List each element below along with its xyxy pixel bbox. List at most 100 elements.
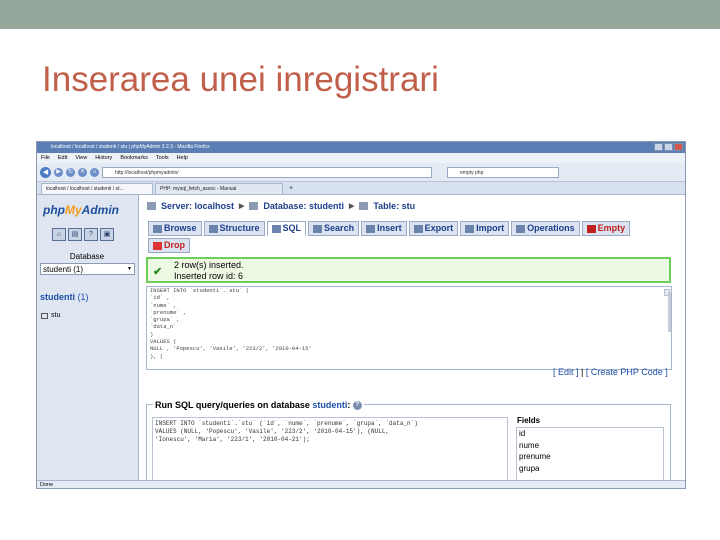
menu-history[interactable]: History: [95, 153, 112, 163]
fields-list[interactable]: id nume prenume grupa: [516, 427, 664, 483]
sql-icon[interactable]: ▤: [68, 228, 82, 241]
logo-admin-text: Admin: [81, 203, 120, 217]
back-icon[interactable]: ◀: [40, 166, 51, 178]
new-tab-icon[interactable]: +: [285, 184, 297, 194]
field-item-prenume[interactable]: prenume: [517, 451, 663, 463]
drop-icon: [153, 241, 162, 250]
tab-drop[interactable]: Drop: [148, 238, 190, 253]
tab-structure[interactable]: Structure: [203, 221, 265, 236]
home-icon[interactable]: ⌂: [52, 228, 66, 241]
run-sql-title-db: studenti: [312, 400, 348, 410]
field-item-id[interactable]: id: [517, 428, 663, 440]
browser-tabs: localhost / localhost / studenti / st...…: [37, 182, 685, 195]
database-link-name: studenti: [40, 292, 75, 302]
tab-php-manual[interactable]: PHP: mysql_fetch_assoc - Manual: [155, 183, 283, 194]
breadcrumb-table[interactable]: Table: stu: [373, 201, 415, 211]
breadcrumb-server[interactable]: Server: localhost: [161, 201, 234, 211]
tab-sql[interactable]: SQL: [266, 221, 307, 236]
tab-import-label: Import: [476, 223, 505, 233]
success-row-id: Inserted row id: 6: [174, 271, 244, 281]
home-icon[interactable]: ⌂: [90, 167, 99, 177]
menu-tools[interactable]: Tools: [156, 153, 169, 163]
breadcrumb-separator-icon: ▶: [348, 203, 355, 210]
tab-drop-label: Drop: [164, 240, 185, 250]
tab-empty-label: Empty: [597, 223, 626, 233]
field-item-nume[interactable]: nume: [517, 440, 663, 452]
slide-top-bar: [0, 0, 720, 29]
database-icon: [249, 202, 259, 210]
run-sql-title: Run SQL query/queries on database studen…: [153, 400, 364, 411]
menu-file[interactable]: File: [41, 153, 50, 163]
forward-icon[interactable]: ▶: [54, 167, 63, 177]
sql-line: `id` ,: [150, 294, 170, 302]
sql-scroll-thumb[interactable]: [668, 292, 671, 332]
status-bar: Done: [37, 480, 685, 488]
import-icon: [465, 224, 475, 233]
database-selected-value: studenti (1): [43, 265, 84, 274]
browse-icon: [153, 224, 162, 233]
close-button[interactable]: [674, 143, 683, 151]
pma-main-panel: Server: localhost ▶ Database: studenti ▶…: [138, 195, 685, 483]
help-icon[interactable]: ?: [352, 401, 362, 411]
checkmark-icon: ✔: [153, 266, 163, 278]
tab-browse[interactable]: Browse: [148, 221, 202, 236]
breadcrumb: Server: localhost ▶ Database: studenti ▶…: [147, 201, 415, 211]
tab-operations[interactable]: Operations: [511, 221, 580, 236]
database-label: Database: [69, 252, 105, 261]
sql-icon: [271, 224, 281, 233]
empty-icon: [586, 224, 596, 233]
sql-line: `nume` ,: [150, 301, 177, 309]
sql-query-textarea[interactable]: INSERT INTO `studenti`.`stu` (`id`, `num…: [152, 417, 508, 483]
structure-icon: [208, 224, 218, 233]
database-link[interactable]: studenti (1): [40, 292, 89, 302]
menu-bookmarks[interactable]: Bookmarks: [120, 153, 148, 163]
database-select[interactable]: studenti (1) ▼: [40, 263, 135, 275]
sql-line: NULL , 'Popescu', 'Vasile', '223/2', '20…: [150, 345, 312, 353]
left-panel-icons: ⌂ ▤ ? ▣: [52, 228, 114, 241]
sql-line: VALUES (: [150, 338, 177, 346]
pma-left-panel: phpMyAdmin ⌂ ▤ ? ▣ Database studenti (1)…: [37, 195, 138, 480]
field-item-grupa[interactable]: grupa: [517, 463, 663, 475]
sql-line: `data_n`: [150, 323, 177, 331]
edit-link[interactable]: [ Edit ]: [553, 367, 579, 377]
fields-label: Fields: [517, 416, 541, 425]
tab-sql-label: SQL: [282, 223, 302, 233]
tab-insert[interactable]: Insert: [361, 221, 407, 236]
stop-icon[interactable]: ✕: [78, 167, 87, 177]
maximize-button[interactable]: [664, 143, 673, 151]
tab-import[interactable]: Import: [460, 221, 510, 236]
tab-phpmyadmin[interactable]: localhost / localhost / studenti / st...: [41, 183, 153, 194]
tab-export[interactable]: Export: [408, 221, 459, 236]
window-titlebar: localhost / localhost / studenti / stu |…: [37, 142, 685, 153]
minimize-button[interactable]: [654, 143, 663, 151]
tab-search[interactable]: Search: [308, 221, 360, 236]
table-link-stu[interactable]: stu: [41, 312, 60, 319]
menu-edit[interactable]: Edit: [58, 153, 67, 163]
pma-tabs-row2: Drop: [148, 238, 190, 253]
export-icon: [413, 224, 423, 233]
reload-icon[interactable]: ↻: [66, 167, 75, 177]
tab-operations-label: Operations: [527, 223, 575, 233]
menu-help[interactable]: Help: [177, 153, 188, 163]
breadcrumb-database[interactable]: Database: studenti: [263, 201, 344, 211]
help-icon[interactable]: ?: [84, 228, 98, 241]
phpmyadmin-logo[interactable]: phpMyAdmin: [43, 203, 119, 217]
menu-view[interactable]: View: [75, 153, 87, 163]
create-php-code-link[interactable]: [ Create PHP Code ]: [586, 367, 668, 377]
tab-export-label: Export: [424, 223, 454, 233]
tab-empty[interactable]: Empty: [581, 221, 631, 236]
browser-screenshot: localhost / localhost / studenti / stu |…: [36, 141, 686, 489]
search-input[interactable]: empty php: [447, 166, 559, 178]
docs-icon[interactable]: ▣: [100, 228, 114, 241]
sql-line: `prenume` ,: [150, 308, 187, 316]
sql-links: [ Edit ] | [ Create PHP Code ]: [553, 367, 668, 377]
chevron-down-icon: ▼: [127, 266, 132, 272]
page-content: phpMyAdmin ⌂ ▤ ? ▣ Database studenti (1)…: [37, 195, 685, 483]
success-message: ✔ 2 row(s) inserted. Inserted row id: 6: [146, 257, 671, 283]
sql-line: ), (: [150, 352, 164, 360]
tab-search-label: Search: [324, 223, 355, 233]
sql-scrollbar[interactable]: [664, 289, 671, 332]
database-link-count: (1): [77, 292, 89, 302]
success-rows-inserted: 2 row(s) inserted.: [174, 260, 244, 270]
url-input[interactable]: http://localhost/phpmyadmin/: [102, 166, 432, 178]
